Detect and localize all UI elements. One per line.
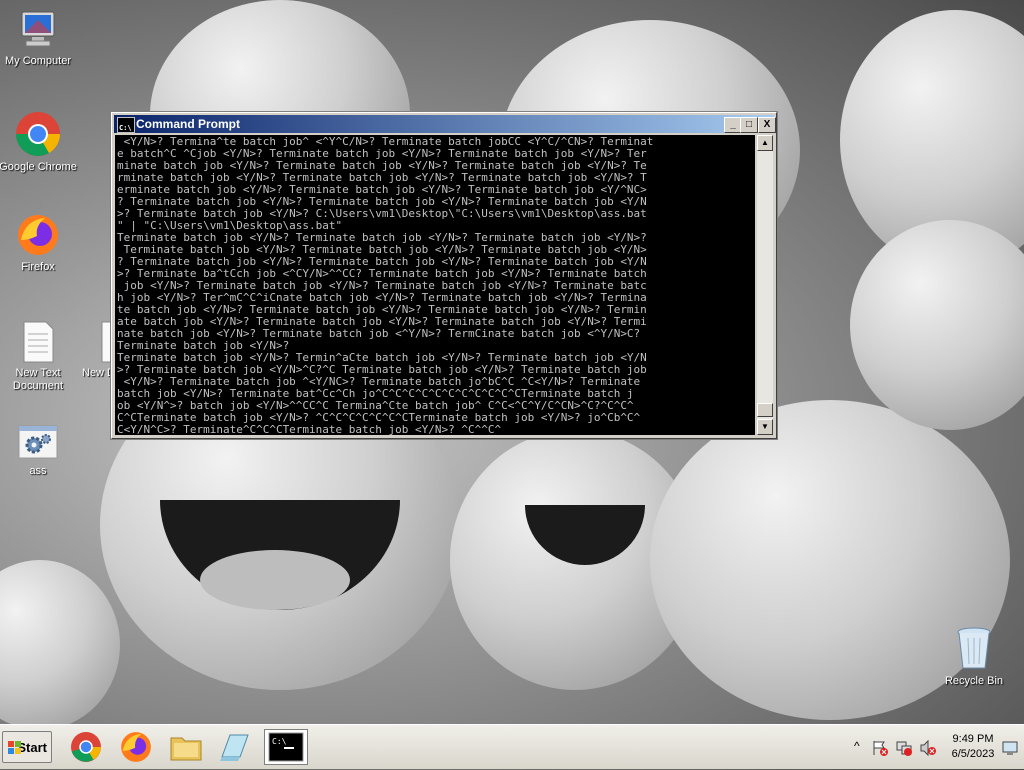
console-line: batch job <Y/N>? Terminate bat^Cc^Ch jo^…	[117, 388, 634, 400]
console-line: <Y/N>? Terminate batch job ^<Y/NC>? Term…	[117, 376, 647, 388]
taskbar: Start C:\ ^ 9:49 PM 6/5/2023	[0, 724, 1024, 769]
clock-date: 6/5/2023	[951, 748, 995, 760]
desktop-icon-firefox[interactable]: Firefox	[0, 212, 78, 274]
scroll-up-button[interactable]: ▲	[757, 135, 773, 151]
taskbar-firefox[interactable]	[114, 729, 158, 765]
desktop-icon-label: Recycle Bin	[944, 675, 1004, 687]
folder-icon	[170, 737, 202, 761]
show-hidden-icons-button[interactable]: ^	[854, 739, 860, 753]
command-prompt-window[interactable]: Command Prompt _ □ X <Y/N>? Termina^te b…	[111, 112, 777, 439]
notepad-icon	[220, 734, 249, 761]
window-title-bar[interactable]: Command Prompt _ □ X	[114, 115, 776, 137]
console-icon: C:\	[268, 732, 304, 762]
console-line: e batch^C ^Cjob <Y/N>? Terminate batch j…	[117, 148, 647, 160]
desktop-icon-recycle-bin[interactable]: Recycle Bin	[934, 624, 1014, 688]
action-center-flag-icon[interactable]	[871, 739, 889, 757]
console-line: C<Y/N^C>? Terminate^C^C^CTerminate batch…	[117, 424, 502, 435]
console-line: ? Terminate batch job <Y/N>? Terminate b…	[117, 196, 647, 208]
chrome-icon	[71, 732, 101, 762]
console-line: >? Terminate batch job <Y/N>^C?^C Termin…	[117, 364, 647, 376]
desktop-icon-my-computer[interactable]: My Computer	[0, 8, 78, 68]
desktop-icon-label: ass	[29, 465, 47, 477]
desktop-icon-google-chrome[interactable]: Google Chrome	[0, 110, 78, 174]
console-line: Terminate batch job <Y/N>? Termin^aCte b…	[117, 352, 647, 364]
console-line: Terminate batch job <Y/N>?	[117, 340, 290, 352]
console-line: ? Terminate batch job <Y/N>? Terminate b…	[117, 256, 647, 268]
console-line: >? Terminate batch job <Y/N>? C:\Users\v…	[117, 208, 647, 220]
network-icon[interactable]	[895, 739, 913, 757]
console-line: job <Y/N>? Terminate batch job <Y/N>? Te…	[117, 280, 647, 292]
console-output[interactable]: <Y/N>? Termina^te batch job^ <^Y^C/N>? T…	[115, 135, 755, 435]
firefox-icon	[15, 212, 61, 258]
taskbar-file-explorer[interactable]	[164, 729, 208, 765]
taskbar-notepad[interactable]	[212, 729, 256, 765]
vertical-scrollbar[interactable]: ▲ ▼	[757, 135, 773, 435]
console-line: ate batch job <Y/N>? Terminate batch job…	[117, 316, 647, 328]
scroll-thumb[interactable]	[757, 403, 773, 417]
scroll-down-button[interactable]: ▼	[757, 419, 773, 435]
desktop-icon-ass[interactable]: ass	[0, 424, 78, 478]
chrome-icon	[14, 110, 62, 158]
taskbar-command-prompt[interactable]: C:\	[264, 729, 308, 765]
window-title: Command Prompt	[136, 117, 241, 131]
computer-icon	[16, 8, 60, 52]
desktop-icon-label: Firefox	[21, 261, 55, 273]
firefox-icon	[121, 732, 151, 762]
console-line: erminate batch job <Y/N>? Terminate batc…	[117, 184, 647, 196]
console-line: C^CTerminate batch job <Y/N>? ^C^C^C^C^C…	[117, 412, 641, 424]
console-line: Terminate batch job <Y/N>? Terminate bat…	[117, 232, 647, 244]
start-button[interactable]: Start	[2, 731, 52, 763]
system-clock[interactable]: 9:49 PM 6/5/2023	[935, 732, 1011, 762]
console-line: minate batch job <Y/N>? Terminate batch …	[117, 160, 647, 172]
desktop-icon-new-document-2[interactable]: New Docum	[70, 320, 110, 380]
desktop-icon-label: New Text Document	[12, 367, 64, 392]
console-line: ob <Y/N^>? batch job <Y/N>^^CC^C Termina…	[117, 400, 634, 412]
desktop-icon-new-text-document[interactable]: New Text Document	[0, 320, 78, 393]
console-icon	[117, 117, 135, 137]
console-line: " | "C:\Users\vm1\Desktop\ass.bat"	[117, 220, 343, 232]
recycle-bin-icon	[954, 624, 994, 672]
desktop-icon-label: New Docum	[82, 367, 110, 379]
console-line: nate batch job <Y/N>? Terminate batch jo…	[117, 328, 647, 340]
text-document-icon	[98, 320, 110, 364]
console-line: Terminate batch job <Y/N>? Terminate bat…	[117, 244, 647, 256]
svg-text:C:\: C:\	[272, 737, 287, 746]
desktop-icon-label: My Computer	[4, 55, 72, 67]
console-line: h job <Y/N>? Ter^mC^C^iCnate batch job <…	[117, 292, 647, 304]
console-line: >? Terminate ba^tCch job <^CY/N>^^CC? Te…	[117, 268, 647, 280]
maximize-button[interactable]: □	[740, 117, 758, 133]
batch-file-gear-icon	[17, 424, 59, 462]
taskbar-chrome[interactable]	[64, 729, 108, 765]
clock-time: 9:49 PM	[952, 733, 994, 745]
text-document-icon	[20, 320, 56, 364]
console-line: rminate batch job <Y/N>? Terminate batch…	[117, 172, 647, 184]
desktop-icon-label: Google Chrome	[0, 161, 77, 173]
close-button[interactable]: X	[758, 117, 776, 133]
console-line: <Y/N>? Termina^te batch job^ <^Y^C/N>? T…	[117, 136, 654, 148]
console-line: te batch job <Y/N>? Terminate batch job …	[117, 304, 647, 316]
windows-flag-icon	[8, 741, 21, 754]
